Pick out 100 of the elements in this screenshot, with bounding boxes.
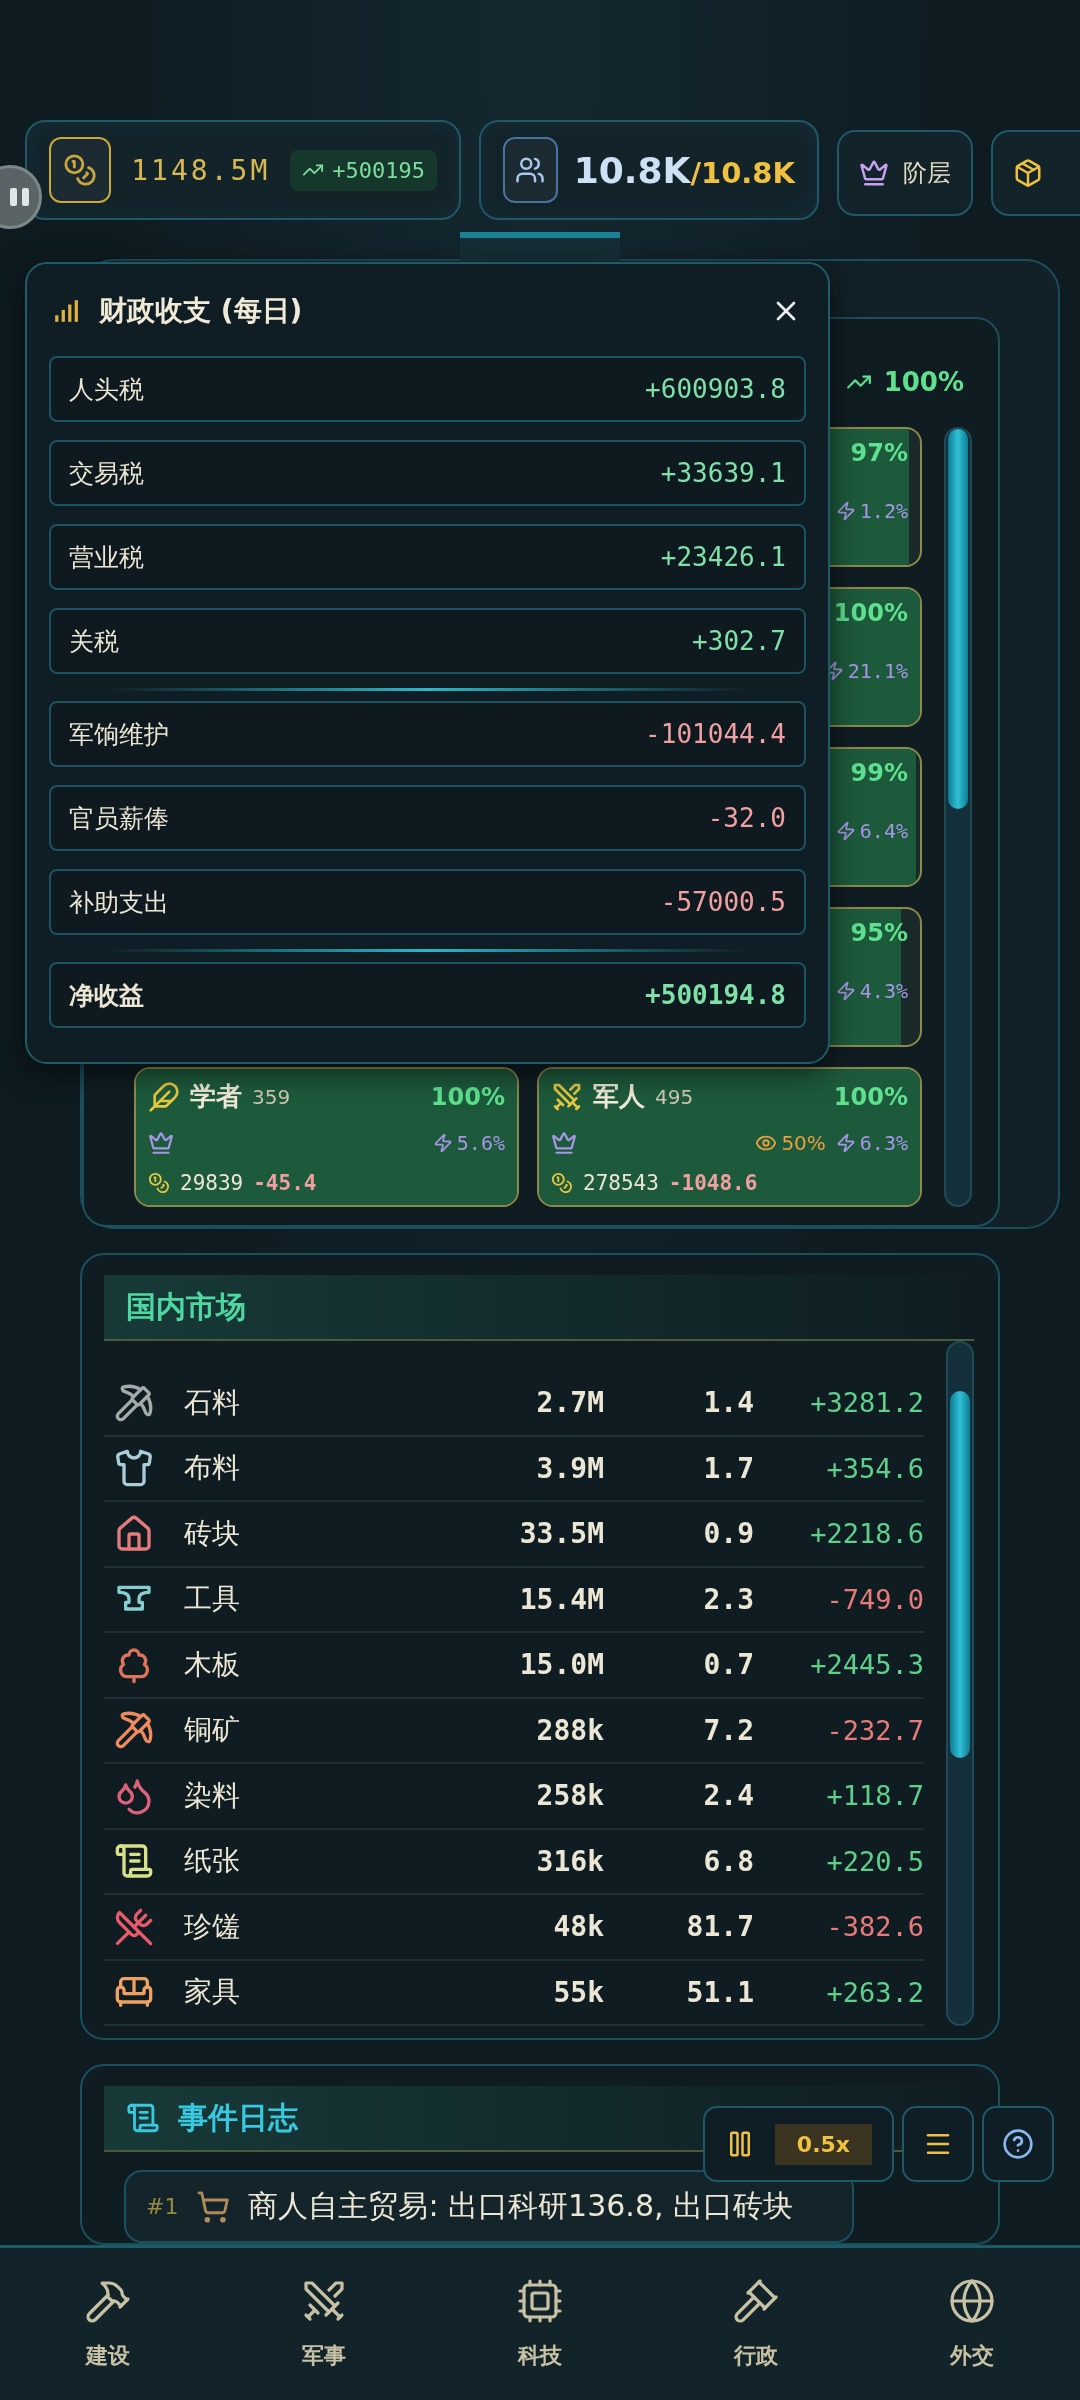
goods-name: 工具 [184, 1581, 241, 1618]
classes-button[interactable]: 阶层 [837, 130, 973, 217]
class-name: 军人 [593, 1080, 645, 1113]
market-row[interactable]: 染料 258k 2.4 +118.7 [104, 1764, 924, 1830]
fiscal-value: -101044.4 [645, 719, 786, 749]
nav-tab[interactable]: 科技 [432, 2248, 648, 2400]
treasury-value: 1148.5M [131, 153, 271, 187]
fiscal-value: +33639.1 [660, 458, 786, 488]
goods-price: 1.4 [702, 1386, 754, 1420]
goods-stock: 2.7M [535, 1386, 604, 1420]
bonus-value: 4.3% [859, 979, 908, 1003]
goods-price: 51.1 [685, 1975, 754, 2009]
satisfaction-percent: 99% [850, 759, 908, 787]
market-row[interactable]: 布料 3.9M 1.7 +354.6 [104, 1436, 924, 1502]
goods-stock: 288k [535, 1713, 604, 1747]
goods-price: 2.3 [702, 1582, 754, 1616]
satisfaction-percent: 97% [850, 439, 908, 467]
goods-stock: 33.5M [518, 1517, 604, 1551]
market-row[interactable]: 珍馐 48k 81.7 -382.6 [104, 1895, 924, 1961]
goods-change: -749.0 [825, 1583, 924, 1615]
class-card[interactable]: 学者 359 100% 5.6% 29839 -45.4 [134, 1067, 519, 1207]
goods-change: -382.6 [825, 1911, 924, 1943]
goods-stock: 258k [535, 1779, 604, 1813]
bonus-value: 6.4% [859, 819, 908, 843]
goods-stock: 316k [535, 1844, 604, 1878]
goods-change: +2445.3 [809, 1649, 924, 1681]
goods-name: 石料 [184, 1384, 241, 1421]
delta-value: +500195 [332, 157, 425, 183]
overall-value: 100% [883, 367, 964, 397]
class-card[interactable]: 军人 495 100% 50% 6.3% 278543 -1048.6 [537, 1067, 922, 1207]
bonus-value: 21.1% [847, 659, 908, 683]
popup-title: 财政收支 (每日) [99, 293, 304, 329]
goods-price: 81.7 [685, 1910, 754, 1944]
fiscal-label: 补助支出 [69, 886, 169, 919]
satisfaction-percent: 100% [833, 1082, 908, 1111]
goods-change: +118.7 [825, 1780, 924, 1812]
goods-stock: 48k [552, 1910, 604, 1944]
goods-change: +2218.6 [809, 1518, 924, 1550]
fiscal-value: -32.0 [707, 803, 786, 833]
goods-name: 染料 [184, 1777, 241, 1814]
goods-name: 珍馐 [184, 1908, 241, 1945]
goods-change: +263.2 [825, 1976, 924, 2008]
fiscal-label: 净收益 [69, 979, 144, 1012]
fiscal-value: +500194.8 [645, 980, 786, 1010]
fiscal-label: 交易税 [69, 457, 144, 490]
nav-tab[interactable]: 建设 [0, 2248, 216, 2400]
fiscal-value: -57000.5 [660, 887, 786, 917]
nav-tab[interactable]: 行政 [648, 2248, 864, 2400]
market-title: 国内市场 [126, 1287, 246, 1326]
goods-stock: 55k [552, 1975, 604, 2009]
goods-name: 布料 [184, 1450, 241, 1487]
bonus-value: 5.6% [456, 1130, 505, 1155]
goods-name: 木板 [184, 1646, 241, 1683]
goods-name: 纸张 [184, 1843, 241, 1880]
market-row[interactable]: 木板 15.0M 0.7 +2445.3 [104, 1633, 924, 1699]
goods-name: 砖块 [184, 1515, 241, 1552]
goods-change: -232.7 [825, 1714, 924, 1746]
fiscal-value: +23426.1 [660, 542, 786, 572]
fiscal-label: 官员薪俸 [69, 802, 169, 835]
bonus-value: 6.3% [859, 1130, 908, 1155]
class-name: 学者 [190, 1080, 242, 1113]
nav-tab[interactable]: 外交 [864, 2248, 1080, 2400]
satisfaction-percent: 95% [850, 919, 908, 947]
market-row[interactable]: 铜矿 288k 7.2 -232.7 [104, 1698, 924, 1764]
goods-price: 2.4 [702, 1779, 754, 1813]
goods-price: 0.7 [702, 1648, 754, 1682]
wealth-change: -45.4 [253, 1171, 317, 1195]
class-count: 359 [252, 1084, 291, 1109]
class-wealth: 29839 [180, 1171, 244, 1195]
fiscal-value: +302.7 [692, 626, 786, 656]
fiscal-value: +600903.8 [645, 374, 786, 404]
goods-price: 7.2 [702, 1713, 754, 1747]
fiscal-label: 军饷维护 [69, 718, 169, 751]
goods-stock: 15.4M [518, 1582, 604, 1616]
goods-stock: 3.9M [535, 1451, 604, 1485]
class-count: 495 [655, 1084, 694, 1109]
goods-stock: 15.0M [518, 1648, 604, 1682]
goods-price: 0.9 [702, 1517, 754, 1551]
market-row[interactable]: 工具 15.4M 2.3 -749.0 [104, 1567, 924, 1633]
market-row[interactable]: 石料 2.7M 1.4 +3281.2 [104, 1371, 924, 1437]
speed-button[interactable]: 0.5x [774, 2123, 872, 2165]
fiscal-label: 营业税 [69, 541, 144, 574]
goods-name: 铜矿 [184, 1712, 241, 1749]
goods-change: +3281.2 [809, 1387, 924, 1419]
bonus-value: 1.2% [859, 499, 908, 523]
goods-change: +354.6 [825, 1452, 924, 1484]
goods-price: 6.8 [702, 1844, 754, 1878]
event-text: 商人自主贸易: 出口科研136.8, 出口砖块 [248, 2187, 794, 2225]
satisfaction-percent: 100% [430, 1082, 505, 1111]
class-wealth: 278543 [583, 1171, 659, 1195]
market-row[interactable]: 家具 55k 51.1 +263.2 [104, 1960, 924, 2026]
wealth-change: -1048.6 [668, 1171, 758, 1195]
satisfaction-percent: 100% [833, 599, 908, 627]
market-row[interactable]: 砖块 33.5M 0.9 +2218.6 [104, 1502, 924, 1568]
fiscal-label: 关税 [69, 625, 119, 658]
population-value: 10.8K/10.8K [573, 149, 795, 191]
market-row[interactable]: 纸张 316k 6.8 +220.5 [104, 1829, 924, 1895]
event-title: 事件日志 [178, 2098, 298, 2137]
goods-change: +220.5 [825, 1845, 924, 1877]
nav-tab[interactable]: 军事 [216, 2248, 432, 2400]
